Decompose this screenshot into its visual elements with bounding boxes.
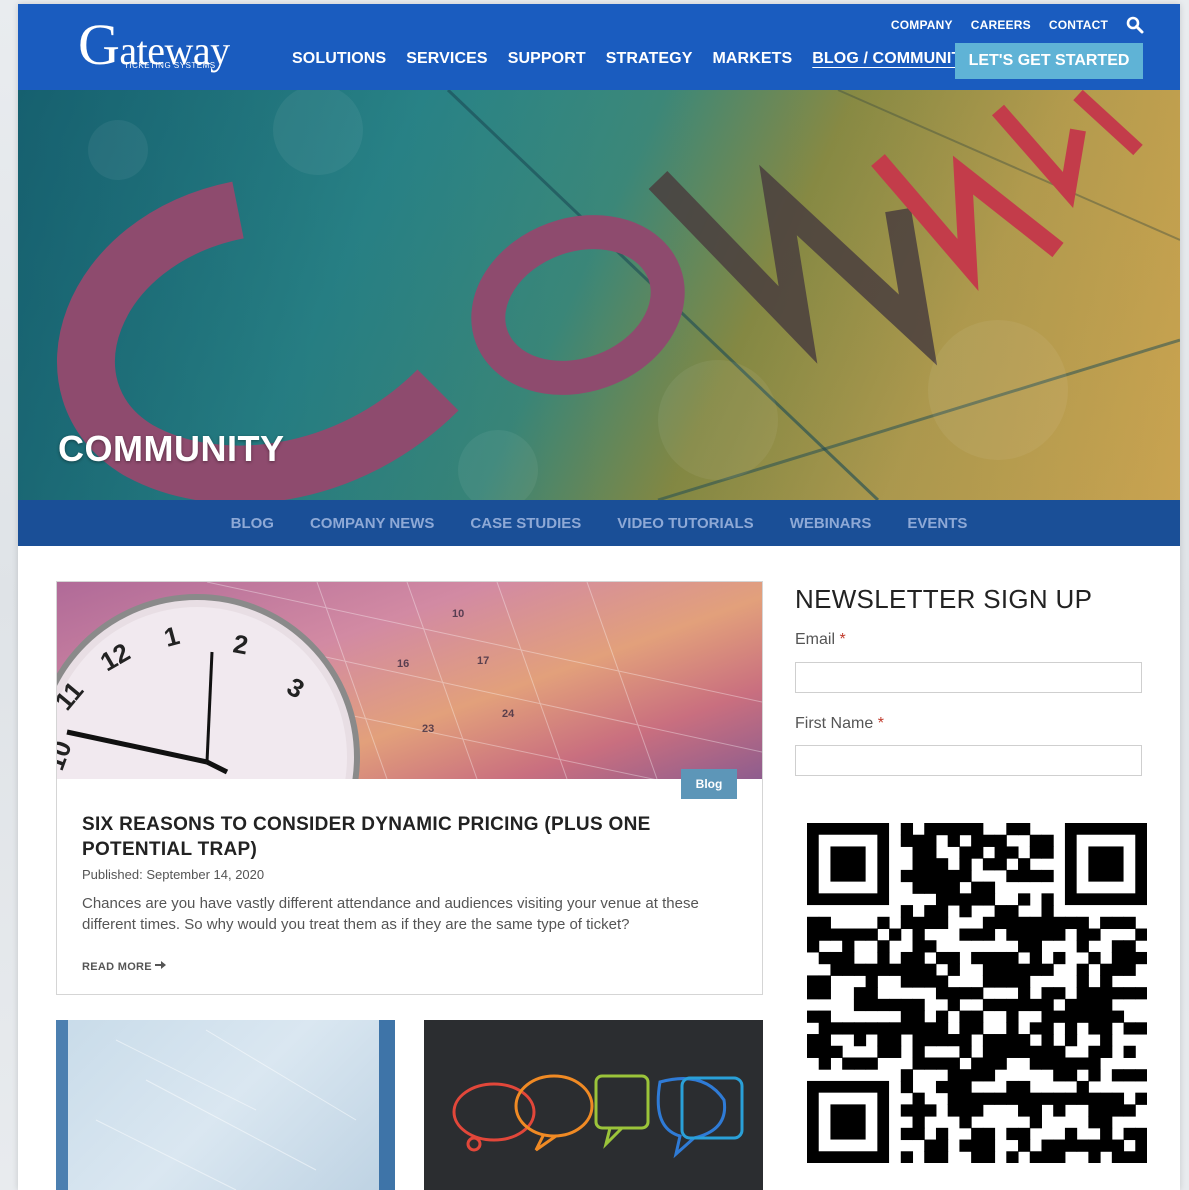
page: Gateway TICKETING SYSTEMS COMPANY CAREER… xyxy=(18,4,1180,1190)
subnav-events[interactable]: EVENTS xyxy=(907,515,967,532)
qr-code-image xyxy=(807,823,1148,1164)
get-started-button[interactable]: LET'S GET STARTED xyxy=(955,43,1143,79)
hero-title: COMMUNITY xyxy=(58,428,285,469)
qr-code[interactable] xyxy=(807,823,1148,1164)
subnav-blog[interactable]: BLOG xyxy=(231,515,274,532)
svg-text:10: 10 xyxy=(452,608,464,620)
first-name-label-text: First Name xyxy=(795,715,874,732)
category-badge[interactable]: Blog xyxy=(681,769,737,799)
utility-nav-company[interactable]: COMPANY xyxy=(891,18,953,32)
svg-text:24: 24 xyxy=(502,708,515,720)
svg-text:17: 17 xyxy=(477,655,489,667)
ice-image xyxy=(56,1020,395,1190)
first-name-label: First Name * xyxy=(795,715,884,733)
community-subnav: BLOG COMPANY NEWS CASE STUDIES VIDEO TUT… xyxy=(18,500,1180,546)
hero-banner: COMMUNITY xyxy=(18,90,1180,500)
svg-text:16: 16 xyxy=(397,658,409,670)
logo-subtitle: TICKETING SYSTEMS xyxy=(124,61,216,70)
email-field[interactable] xyxy=(795,662,1142,693)
nav-support[interactable]: SUPPORT xyxy=(508,50,586,68)
post-title[interactable]: SIX REASONS TO CONSIDER DYNAMIC PRICING … xyxy=(82,812,662,862)
post-card-ice[interactable] xyxy=(56,1020,395,1190)
nav-solutions[interactable]: SOLUTIONS xyxy=(292,50,386,68)
email-label: Email * xyxy=(795,631,846,649)
nav-strategy[interactable]: STRATEGY xyxy=(606,50,693,68)
clock-calendar-image[interactable]: 161723 242210 12 1 2 3 11 10 xyxy=(57,582,762,779)
main-nav: SOLUTIONS SERVICES SUPPORT STRATEGY MARK… xyxy=(292,50,972,68)
featured-post-card[interactable]: 161723 242210 12 1 2 3 11 10 Blog xyxy=(56,581,763,995)
utility-nav: COMPANY CAREERS CONTACT xyxy=(891,16,1144,34)
post-date: Published: September 14, 2020 xyxy=(82,867,265,882)
post-excerpt: Chances are you have vastly different at… xyxy=(82,895,699,933)
gateway-logo[interactable]: Gateway TICKETING SYSTEMS xyxy=(78,14,238,76)
search-icon[interactable] xyxy=(1126,16,1144,34)
subnav-webinars[interactable]: WEBINARS xyxy=(790,515,872,532)
read-more-label: READ MORE xyxy=(82,960,152,973)
first-name-field[interactable] xyxy=(795,745,1142,776)
utility-nav-careers[interactable]: CAREERS xyxy=(971,18,1031,32)
arrow-right-icon xyxy=(154,960,166,973)
site-header: Gateway TICKETING SYSTEMS COMPANY CAREER… xyxy=(18,4,1180,90)
required-mark: * xyxy=(877,715,884,732)
nav-services[interactable]: SERVICES xyxy=(406,50,487,68)
subnav-case-studies[interactable]: CASE STUDIES xyxy=(470,515,581,532)
svg-text:23: 23 xyxy=(422,723,434,735)
utility-nav-contact[interactable]: CONTACT xyxy=(1049,18,1108,32)
post-card-speech-bubbles[interactable] xyxy=(424,1020,763,1190)
clock-illustration: 161723 242210 12 1 2 3 11 10 xyxy=(57,582,762,779)
required-mark: * xyxy=(839,631,846,648)
read-more-link[interactable]: READ MORE xyxy=(82,960,166,973)
nav-blog-community[interactable]: BLOG / COMMUNITY xyxy=(812,50,972,68)
email-label-text: Email xyxy=(795,631,836,648)
subnav-video-tutorials[interactable]: VIDEO TUTORIALS xyxy=(617,515,753,532)
speech-bubbles-image xyxy=(452,1074,744,1159)
subnav-company-news[interactable]: COMPANY NEWS xyxy=(310,515,434,532)
nav-markets[interactable]: MARKETS xyxy=(712,50,792,68)
logo-initial: G xyxy=(78,12,120,77)
newsletter-title: NEWSLETTER SIGN UP xyxy=(795,584,1093,614)
